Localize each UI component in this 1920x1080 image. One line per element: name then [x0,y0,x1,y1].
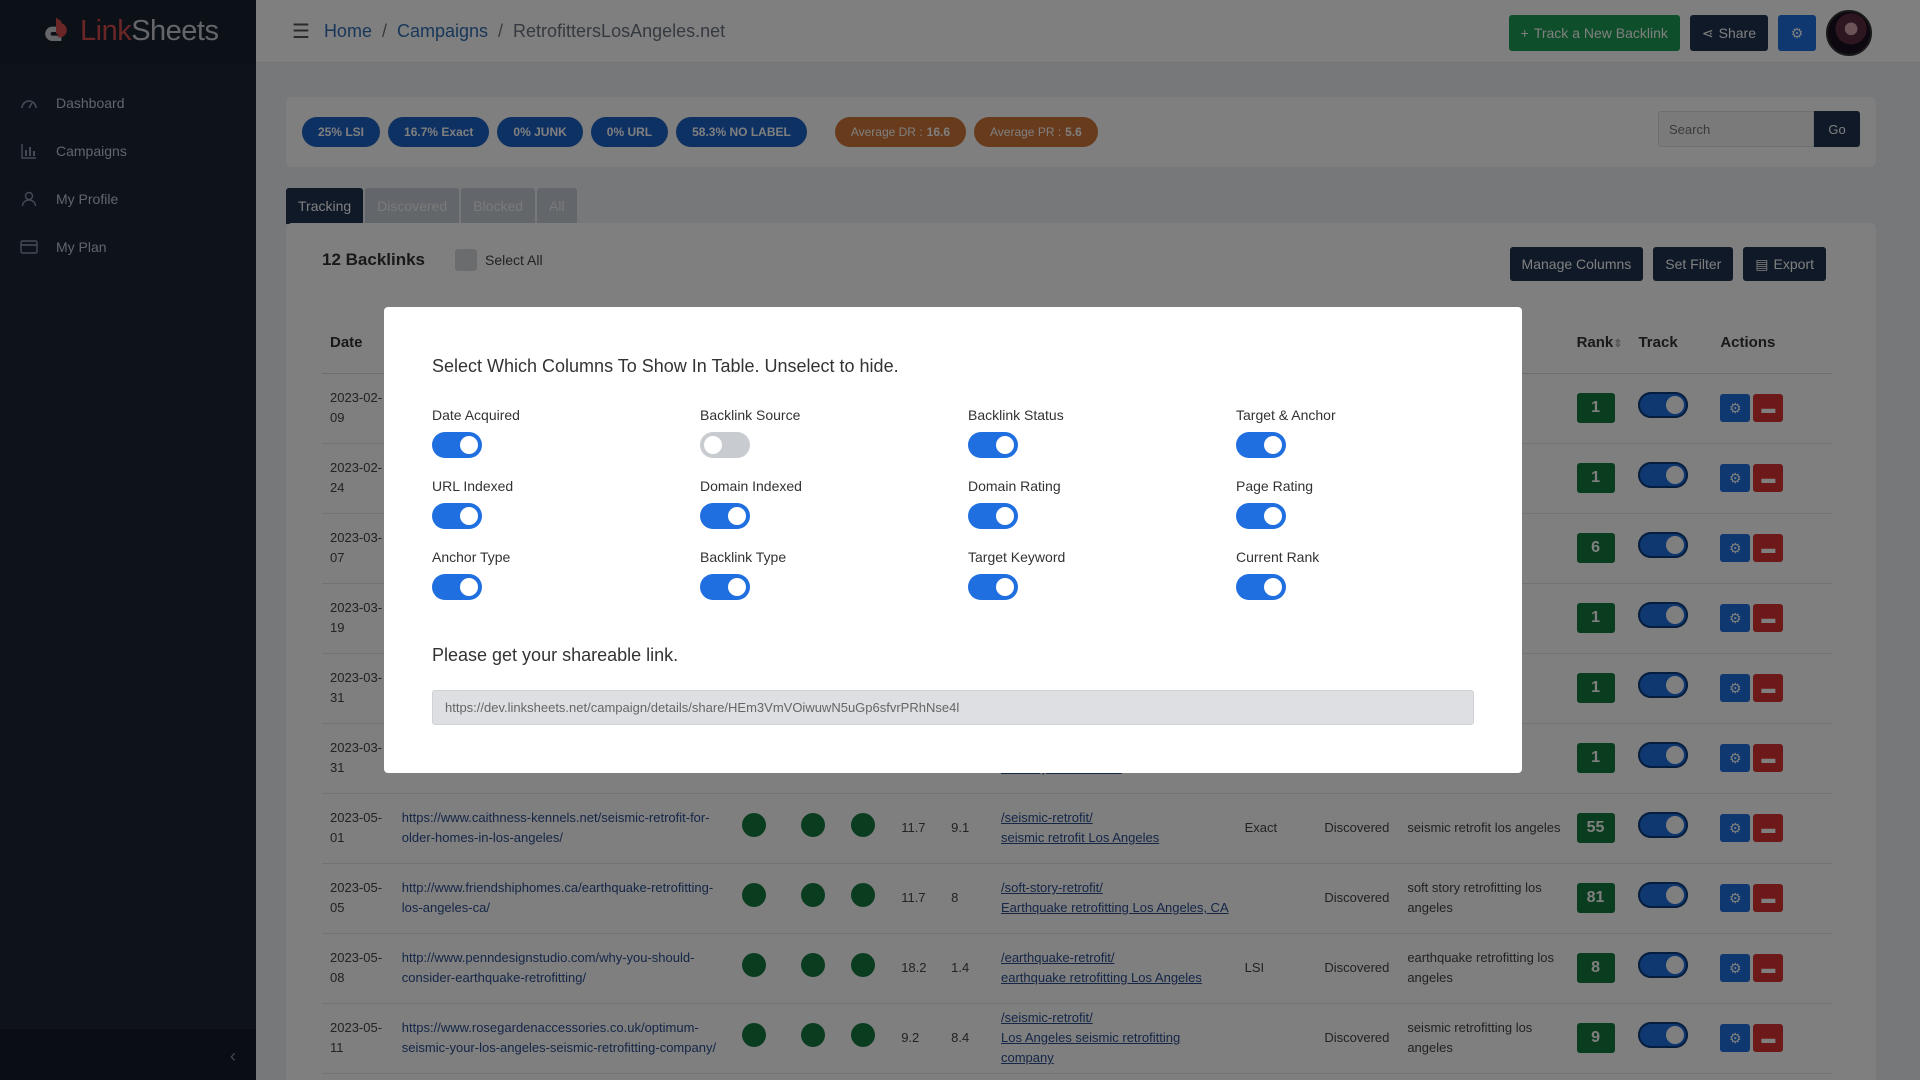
column-toggle[interactable] [432,574,482,600]
column-options: Date Acquired Backlink Source Backlink Sta… [432,407,1504,600]
column-option: Domain Rating [968,478,1236,529]
column-option-label: Domain Rating [968,478,1061,494]
column-option-label: Domain Indexed [700,478,802,494]
column-toggle[interactable] [968,574,1018,600]
column-toggle[interactable] [968,432,1018,458]
column-option-label: Target & Anchor [1236,407,1336,423]
column-toggle[interactable] [432,432,482,458]
column-option-label: Backlink Status [968,407,1064,423]
column-toggle[interactable] [700,432,750,458]
modal-title: Select Which Columns To Show In Table. U… [432,356,899,376]
column-option-label: Anchor Type [432,549,511,565]
column-toggle[interactable] [1236,432,1286,458]
column-toggle[interactable] [1236,503,1286,529]
manage-columns-modal: Select Which Columns To Show In Table. U… [384,307,1522,773]
column-option: Target & Anchor [1236,407,1504,458]
column-option: Page Rating [1236,478,1504,529]
column-option: Domain Indexed [700,478,968,529]
column-option: Current Rank [1236,549,1504,600]
column-toggle[interactable] [700,503,750,529]
column-option: Backlink Status [968,407,1236,458]
column-option-label: URL Indexed [432,478,514,494]
column-option-label: Target Keyword [968,549,1066,565]
share-link-field[interactable] [432,690,1474,725]
column-toggle[interactable] [700,574,750,600]
column-option-label: Current Rank [1236,549,1320,565]
column-option: Backlink Type [700,549,968,600]
column-option: Anchor Type [432,549,700,600]
column-option-label: Page Rating [1236,478,1314,494]
column-toggle[interactable] [1236,574,1286,600]
column-toggle[interactable] [432,503,482,529]
share-link-title: Please get your shareable link. [432,645,679,665]
column-option: URL Indexed [432,478,700,529]
column-toggle[interactable] [968,503,1018,529]
column-option: Backlink Source [700,407,968,458]
column-option-label: Date Acquired [432,407,520,423]
column-option: Date Acquired [432,407,700,458]
column-option-label: Backlink Type [700,549,787,565]
column-option-label: Backlink Source [700,407,801,423]
column-option: Target Keyword [968,549,1236,600]
